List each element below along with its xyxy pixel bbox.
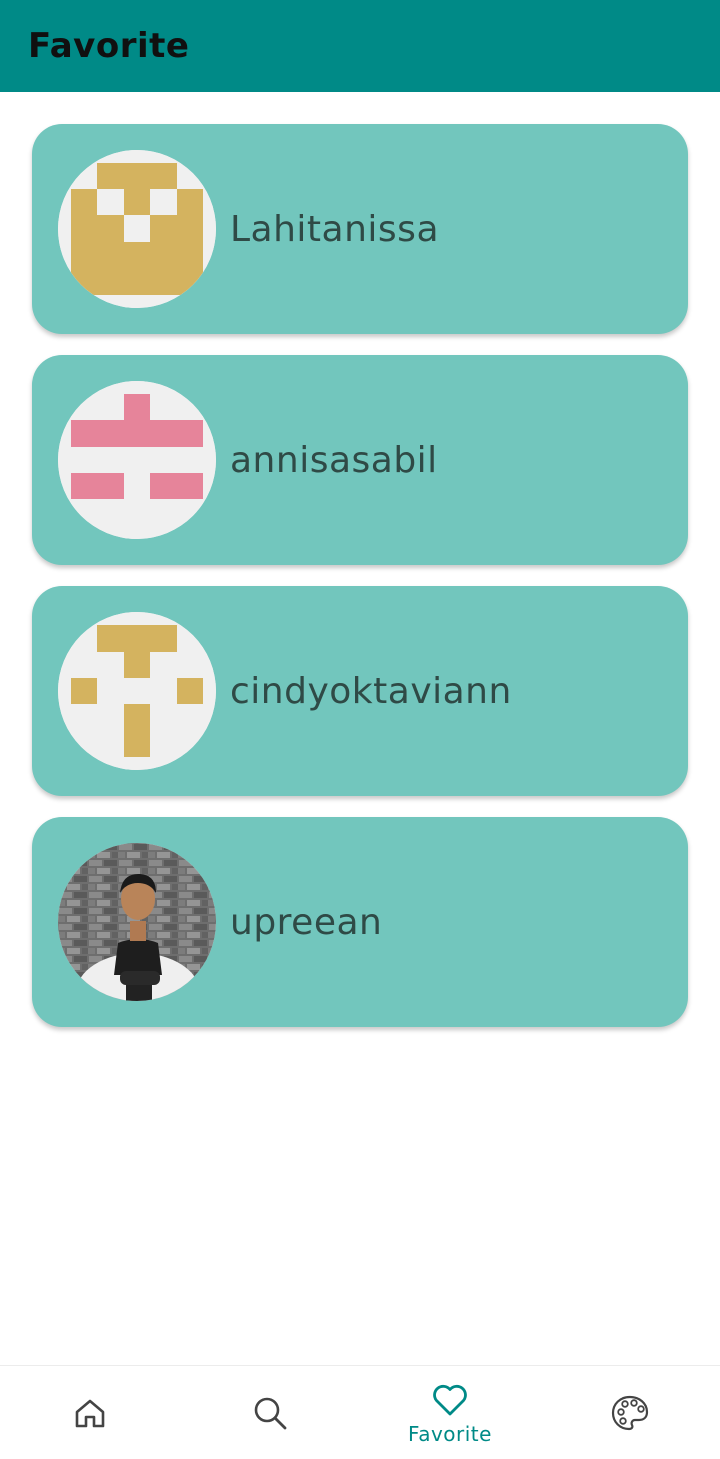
identicon-avatar [58,381,216,539]
favorite-user-card[interactable]: Lahitanissa [32,124,688,334]
username: Lahitanissa [230,208,440,250]
username: upreean [230,901,383,943]
username: annisasabil [230,439,438,481]
page-title: Favorite [28,26,190,66]
home-icon [75,1399,105,1428]
profile-photo [58,843,216,1001]
favorite-user-card[interactable]: annisasabil [32,355,688,565]
username: cindyoktaviann [230,670,512,712]
identicon-avatar [58,612,216,770]
avatar [58,843,216,1001]
avatar [58,612,216,770]
nav-label-favorite: Favorite [408,1422,492,1446]
nav-home[interactable] [0,1366,180,1459]
palette-icon [611,1395,649,1431]
heart-icon [433,1384,467,1416]
bottom-navigation: Favorite [0,1365,720,1459]
app-bar: Favorite [0,0,720,92]
nav-search[interactable] [180,1366,360,1459]
nav-favorite[interactable]: Favorite [360,1366,540,1459]
search-icon [254,1397,287,1430]
nav-theme[interactable] [540,1366,720,1459]
avatar [58,381,216,539]
favorite-user-card[interactable]: cindyoktaviann [32,586,688,796]
avatar [58,150,216,308]
favorite-user-card[interactable]: upreean [32,817,688,1027]
identicon-avatar [58,150,216,308]
favorites-list: Lahitanissa annisasabil cindyoktaviann u… [32,124,688,1048]
